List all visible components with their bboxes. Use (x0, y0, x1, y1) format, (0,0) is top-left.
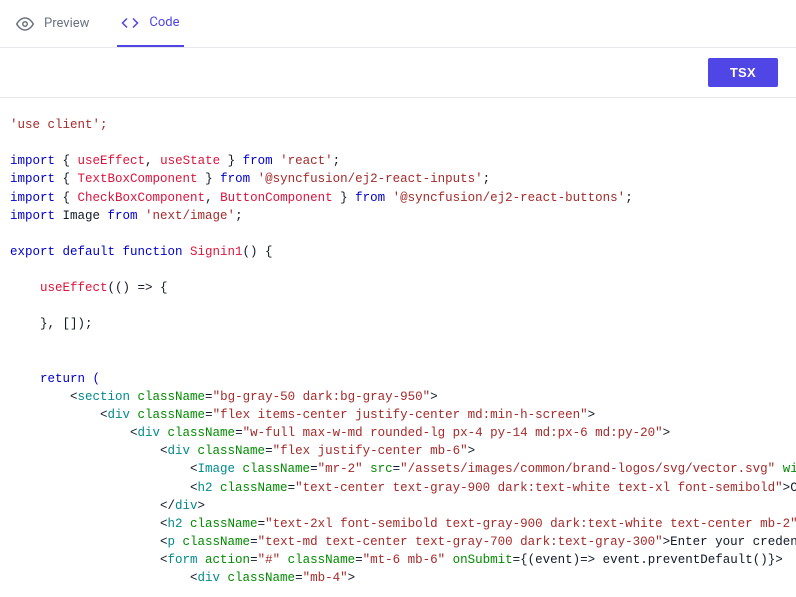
tsx-button[interactable]: TSX (708, 58, 778, 87)
code-viewer[interactable]: 'use client'; import { useEffect, useSta… (0, 98, 796, 597)
tab-code[interactable]: Code (117, 0, 183, 47)
toolbar: TSX (0, 48, 796, 98)
code-icon (121, 14, 139, 32)
code-text: 'use client'; (10, 118, 108, 132)
tab-preview[interactable]: Preview (12, 0, 93, 47)
eye-icon (16, 15, 34, 33)
tab-bar: Preview Code (0, 0, 796, 48)
tab-label: Code (149, 15, 179, 30)
tab-label: Preview (44, 16, 89, 31)
